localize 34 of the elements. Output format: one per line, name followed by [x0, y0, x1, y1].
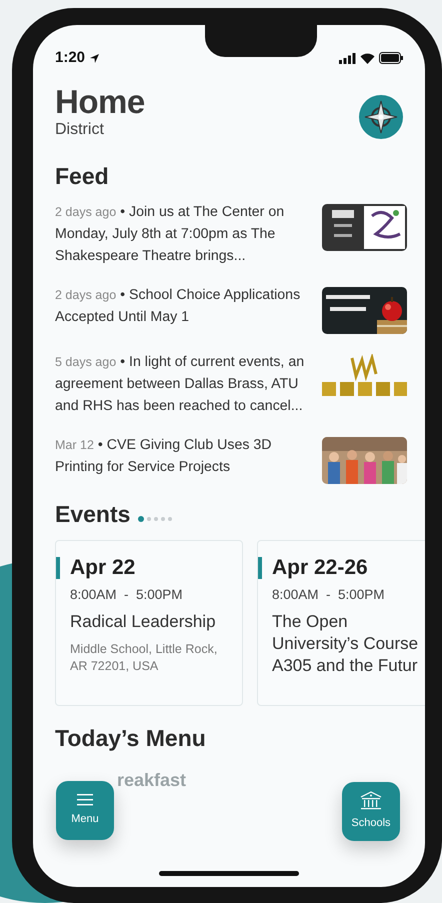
event-card[interactable]: Apr 22 8:00AM - 5:00PM Radical Leadership Middle School, Little Rock, AR 72201, USA	[55, 540, 243, 706]
feed-post-text[interactable]: Mar 12 • CVE Giving Club Uses 3D Printing for Service Projects	[55, 434, 315, 478]
event-card[interactable]: Apr 22-26 8:00AM - 5:00PM The Open University’s Course A305 and the Futur	[257, 540, 425, 706]
section-title: Today’s Menu	[55, 726, 207, 751]
menu-button[interactable]: Menu	[56, 781, 114, 840]
menu-icon	[77, 793, 93, 806]
feed-post-text[interactable]: 2 days ago • School Choice Applications Accepted Until May 1	[55, 284, 315, 328]
section-title: Feed	[55, 164, 110, 190]
event-title: Radical Leadership	[69, 610, 217, 633]
event-date: Apr 22-26	[258, 556, 425, 579]
school-building-icon	[360, 791, 382, 810]
event-date: Apr 22	[56, 556, 242, 579]
pager-dot[interactable]	[168, 516, 172, 521]
page-title: Home	[55, 85, 145, 118]
page-subtitle: District	[55, 120, 105, 140]
status-time: 1:20	[55, 48, 86, 68]
compass-icon[interactable]	[359, 95, 403, 139]
event-time: 8:00AM - 5:00PM	[271, 586, 386, 604]
pager-dot[interactable]	[147, 516, 152, 521]
pager-dot[interactable]	[138, 516, 144, 522]
event-time: 8:00AM - 5:00PM	[69, 586, 184, 604]
wifi-icon	[360, 52, 375, 64]
schools-button[interactable]: Schools	[342, 782, 400, 841]
location-arrow-icon	[89, 52, 100, 64]
pager-dot[interactable]	[161, 516, 166, 521]
feed-post-text[interactable]: 5 days ago • In light of current events, an agreement between Dallas Brass, ATU and RHS has been reached to cancel...	[55, 351, 315, 418]
menu-item-text: reakfast	[117, 768, 186, 792]
pager-dot[interactable]	[154, 516, 158, 521]
battery-icon	[379, 52, 403, 64]
signal-icon	[339, 52, 356, 64]
event-location: Middle School, Little Rock, AR 72201, USA	[69, 640, 218, 675]
feed-post-text[interactable]: 2 days ago • Join us at The Center on Monday, July 8th at 7:00pm as The Shakespeare Theatre brings...	[55, 201, 315, 268]
event-title: The Open University’s Course A305 and the Futur	[271, 610, 420, 677]
section-title: Events	[55, 502, 130, 528]
